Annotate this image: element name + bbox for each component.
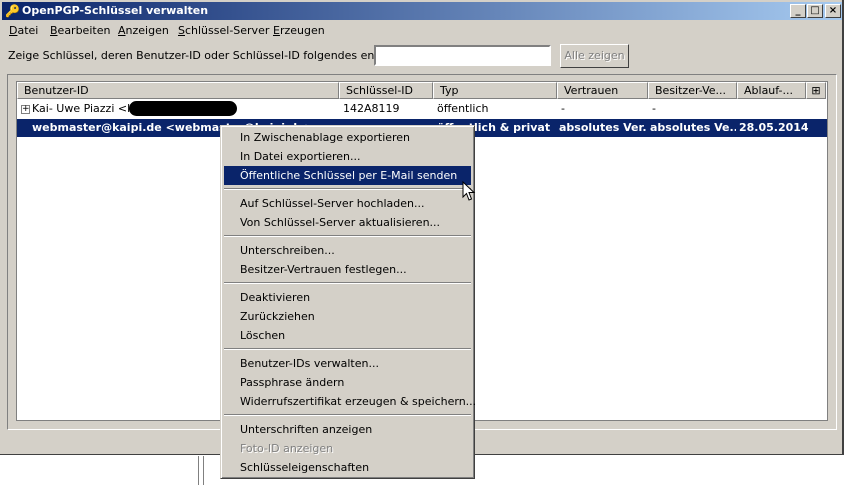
ctx-disable[interactable]: Deaktivieren xyxy=(224,288,471,307)
ctx-separator xyxy=(224,348,471,350)
ctx-show-photo-id: Foto-ID anzeigen xyxy=(240,442,334,455)
ctx-separator xyxy=(224,414,471,416)
ctx-separator xyxy=(224,282,471,284)
column-header-owner-trust[interactable]: Besitzer-Ve... xyxy=(648,82,737,99)
background-divider xyxy=(203,456,204,485)
ctx-sign[interactable]: Unterschreiben... xyxy=(224,241,471,260)
ctx-owner-trust[interactable]: Besitzer-Vertrauen festlegen... xyxy=(224,260,471,279)
ctx-export-file[interactable]: In Datei exportieren... xyxy=(224,147,471,166)
ctx-show-signatures[interactable]: Unterschriften anzeigen xyxy=(224,420,471,439)
cell-owner-trust: absolutes Ve... xyxy=(650,121,736,134)
cell-key-id: 142A8119 xyxy=(343,102,400,115)
ctx-key-properties[interactable]: Schlüsseleigenschaften xyxy=(224,458,471,477)
expand-icon[interactable]: + xyxy=(21,105,30,114)
ctx-revoke[interactable]: Zurückziehen xyxy=(224,307,471,326)
menu-bearbeiten[interactable]: Bearbeiten xyxy=(50,24,110,38)
close-button[interactable]: × xyxy=(825,4,841,18)
ctx-revocation-cert[interactable]: Widerrufszertifikat erzeugen & speichern… xyxy=(224,392,476,411)
column-header-user-id[interactable]: Benutzer-ID xyxy=(17,82,339,99)
window-title: OpenPGP-Schlüssel verwalten xyxy=(22,4,209,17)
column-header-expiry[interactable]: Ablauf-... xyxy=(737,82,806,99)
menu-anzeigen[interactable]: Anzeigen xyxy=(118,24,169,38)
context-menu: In Zwischenablage exportieren In Datei e… xyxy=(220,125,476,479)
table-row[interactable]: + Kai- Uwe Piazzi <kai- 142A8119 öffentl… xyxy=(17,100,827,118)
maximize-button[interactable]: □ xyxy=(807,4,823,18)
menu-datei[interactable]: Datei xyxy=(9,24,38,38)
ctx-delete[interactable]: Löschen xyxy=(224,326,471,345)
cell-expiry: 28.05.2014 xyxy=(739,121,809,134)
title-bar[interactable]: 🔑 OpenPGP-Schlüssel verwalten _ □ × xyxy=(2,2,842,20)
menu-erzeugen[interactable]: Erzeugen xyxy=(273,24,325,38)
ctx-upload-keyserver[interactable]: Auf Schlüssel-Server hochladen... xyxy=(224,194,471,213)
ctx-refresh-keyserver[interactable]: Von Schlüssel-Server aktualisieren... xyxy=(224,213,471,232)
menu-schluessel-server[interactable]: Schlüssel-Server xyxy=(178,24,269,38)
column-header-trust[interactable]: Vertrauen xyxy=(557,82,648,99)
minimize-button[interactable]: _ xyxy=(790,4,806,18)
cell-trust: absolutes Ver... xyxy=(559,121,647,134)
column-picker-icon[interactable]: ⊞ xyxy=(806,82,826,99)
ctx-separator xyxy=(224,235,471,237)
column-header-type[interactable]: Typ xyxy=(433,82,557,99)
filter-label: Zeige Schlüssel, deren Benutzer-ID oder … xyxy=(8,49,418,62)
cell-owner-trust: - xyxy=(652,102,656,115)
cell-type: öffentlich xyxy=(437,102,489,115)
key-icon: 🔑 xyxy=(5,4,20,18)
show-all-button[interactable]: Alle zeigen xyxy=(560,44,629,68)
ctx-export-clipboard[interactable]: In Zwischenablage exportieren xyxy=(224,128,471,147)
background-divider xyxy=(198,456,199,485)
ctx-manage-user-ids[interactable]: Benutzer-IDs verwalten... xyxy=(224,354,471,373)
column-header-key-id[interactable]: Schlüssel-ID xyxy=(339,82,433,99)
menu-bar: Datei Bearbeiten Anzeigen Schlüssel-Serv… xyxy=(2,21,842,40)
ctx-change-passphrase[interactable]: Passphrase ändern xyxy=(224,373,471,392)
redaction-mark xyxy=(129,101,237,116)
ctx-separator xyxy=(224,188,471,190)
cell-trust: - xyxy=(561,102,565,115)
ctx-send-email[interactable]: Öffentliche Schlüssel per E-Mail senden xyxy=(224,166,471,185)
filter-input[interactable] xyxy=(374,45,551,66)
mouse-pointer-icon xyxy=(462,181,476,201)
